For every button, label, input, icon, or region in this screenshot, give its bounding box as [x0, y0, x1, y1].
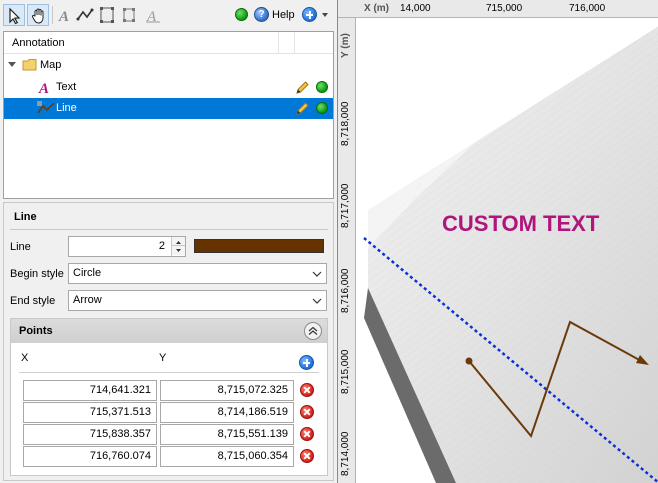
svg-text:A: A	[38, 81, 49, 95]
tree-item-map[interactable]: Map	[4, 55, 333, 76]
status-green-icon	[232, 4, 254, 26]
line-width-stepper[interactable]: 2	[68, 236, 186, 257]
line-width-value: 2	[158, 240, 165, 252]
y-tick: 8,716,000	[340, 268, 351, 314]
text-style-icon[interactable]: A	[142, 4, 164, 26]
x-tick: 716,000	[569, 3, 606, 14]
column-header-y: Y	[159, 352, 167, 364]
end-style-value: Arrow	[73, 294, 102, 306]
text-tool-icon[interactable]: A	[54, 4, 76, 26]
y-tick: 8,715,000	[340, 349, 351, 395]
begin-style-label: Begin style	[10, 268, 64, 280]
point-y-field[interactable]: 8,715,060.354	[160, 446, 294, 467]
line-annotation-icon	[37, 101, 55, 114]
add-point-icon[interactable]	[299, 355, 314, 370]
map-view[interactable]: CUSTOM TEXT X (m) 14,000 715,000 716,000…	[337, 0, 658, 483]
tree-item-label: Map	[40, 59, 62, 71]
y-tick: 8,718,000	[340, 101, 351, 147]
point-x-field[interactable]: 714,641.321	[23, 380, 157, 401]
custom-text-annotation[interactable]: CUSTOM TEXT	[442, 211, 599, 237]
visibility-dot-icon[interactable]	[316, 102, 328, 114]
points-title: Points	[19, 325, 53, 337]
rectangle-tool-icon[interactable]	[96, 4, 118, 26]
pencil-icon[interactable]	[294, 101, 310, 117]
spin-up-icon[interactable]	[172, 237, 185, 246]
y-ruler: Y (m) 8,718,000 8,717,000 8,716,000 8,71…	[338, 18, 356, 483]
properties-title: Line	[14, 211, 37, 223]
column-header-x: X	[21, 352, 29, 364]
line-begin-circle	[465, 357, 473, 365]
point-y-field[interactable]: 8,714,186.519	[160, 402, 294, 423]
map-canvas[interactable]	[356, 18, 658, 483]
y-axis-label: Y (m)	[340, 33, 351, 58]
tree-item-label: Text	[56, 81, 77, 93]
select-arrow-icon[interactable]	[3, 4, 25, 26]
tree-header: Annotation	[4, 32, 333, 54]
delete-point-icon[interactable]	[300, 383, 314, 397]
stretch-rectangle-icon[interactable]	[118, 4, 140, 26]
chevron-down-icon[interactable]	[318, 4, 332, 26]
expand-arrow-icon[interactable]	[8, 61, 16, 69]
visibility-dot-icon[interactable]	[316, 81, 328, 93]
help-label[interactable]: Help	[272, 9, 295, 21]
pencil-icon[interactable]	[294, 80, 310, 96]
properties-panel: Line Line 2 Begin style Circle End style…	[3, 202, 334, 481]
text-annotation-icon: A	[38, 81, 49, 95]
collapse-icon[interactable]	[304, 322, 322, 340]
line-color-swatch[interactable]	[194, 239, 324, 253]
help-icon[interactable]: ?	[252, 4, 274, 26]
tree-item-label: Line	[56, 102, 77, 114]
line-width-label: Line	[10, 241, 31, 253]
x-tick: 14,000	[400, 3, 431, 14]
delete-point-icon[interactable]	[300, 449, 314, 463]
svg-text:A: A	[58, 9, 69, 24]
tree-header-label: Annotation	[12, 37, 65, 49]
end-style-label: End style	[10, 295, 56, 307]
line-tool-icon[interactable]	[74, 4, 96, 26]
y-tick: 8,714,000	[340, 431, 351, 477]
folder-icon	[22, 59, 37, 71]
chevron-down-icon	[312, 271, 322, 277]
delete-point-icon[interactable]	[300, 427, 314, 441]
left-panel: A A ? Help Annotation Map A Text Line Li…	[0, 0, 336, 483]
point-x-field[interactable]: 716,760.074	[23, 446, 157, 467]
x-tick: 715,000	[486, 3, 523, 14]
toolbar: A A ? Help	[0, 0, 336, 31]
point-x-field[interactable]: 715,371.513	[23, 402, 157, 423]
tree-item-line[interactable]: Line	[4, 98, 333, 119]
delete-point-icon[interactable]	[300, 405, 314, 419]
spin-down-icon[interactable]	[172, 246, 185, 255]
point-x-field[interactable]: 715,838.357	[23, 424, 157, 445]
point-y-field[interactable]: 8,715,551.139	[160, 424, 294, 445]
x-axis-label: X (m)	[364, 3, 389, 14]
pan-hand-icon[interactable]	[27, 4, 49, 26]
chevron-down-icon	[312, 298, 322, 304]
end-style-select[interactable]: Arrow	[68, 290, 327, 311]
points-panel: Points X Y 714,641.321 8,715,072.325 715…	[10, 318, 328, 476]
begin-style-select[interactable]: Circle	[68, 263, 327, 284]
points-header[interactable]: Points	[11, 319, 327, 343]
tree-item-text[interactable]: A Text	[4, 77, 333, 98]
annotation-tree: Annotation Map A Text Line	[3, 31, 334, 199]
begin-style-value: Circle	[73, 267, 102, 279]
x-ruler: X (m) 14,000 715,000 716,000	[338, 0, 658, 18]
point-y-field[interactable]: 8,715,072.325	[160, 380, 294, 401]
y-tick: 8,717,000	[340, 183, 351, 229]
